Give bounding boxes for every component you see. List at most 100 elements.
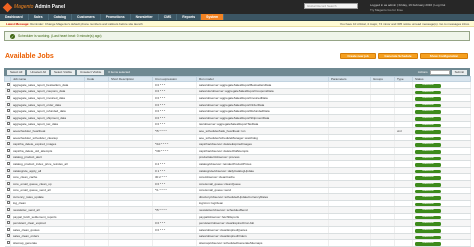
status-badge: ENABLED [415,215,441,220]
cell-run-model: sales/observer::aggregateSalesReportBest… [196,81,329,89]
row-checkbox[interactable] [6,82,10,86]
row-checkbox[interactable] [6,135,10,139]
nav-item-system[interactable]: System [201,14,225,20]
row-checkbox[interactable] [6,89,10,93]
row-checkbox[interactable] [6,175,10,179]
cell-parameters [328,200,371,208]
row-checkbox[interactable] [6,95,10,99]
row-checkbox[interactable] [6,188,10,192]
cell-type [394,193,413,201]
table-row[interactable]: aggregate_sales_report_shipment_data 0 0 … [4,114,471,122]
cell-cron-expression: 0 0 * * * [152,180,197,188]
row-checkbox[interactable] [6,234,10,238]
table-row[interactable]: captcha_delete_old_attempts */30 * * * * c… [4,147,471,155]
cell-type [394,219,413,228]
cell-run-model: productalert/observer::process [196,154,329,162]
table-row[interactable]: currency_rates_update directory/observer:… [4,193,471,201]
table-row[interactable]: core_clean_cache 30 2 * * * core/observer:… [4,173,471,181]
actions-select[interactable] [429,69,450,75]
cell-run-model: captcha/observer::deleteExpiredImages [196,140,329,148]
cell-short-description [108,94,153,102]
row-checkbox[interactable] [6,128,10,132]
cell-job-name: aggregate_sales_report_invoiced_data [10,94,85,102]
table-row[interactable]: captcha_delete_expired_images */10 * * * … [4,140,471,148]
nav-item-catalog[interactable]: Catalog [49,14,73,20]
cell-short-description [108,226,153,234]
cell-parameters [328,226,371,234]
row-checkbox[interactable] [6,201,10,205]
cell-groups [370,121,395,129]
global-search-input[interactable]: Global Record Search [304,3,358,9]
select-all-link[interactable]: Select All [7,69,26,75]
row-checkbox[interactable] [6,115,10,119]
select-visible-link[interactable]: Select Visible [51,69,75,75]
status-cell: ENABLED [412,173,471,181]
table-row[interactable]: sales_clean_orders sales/observer::cleanE… [4,233,471,241]
cell-short-description [108,160,153,168]
nav-item-promotions[interactable]: Promotions [101,14,131,20]
table-row[interactable]: core_email_queue_send_all */1 * * * * core… [4,187,471,195]
notice-counts[interactable]: You have 10 critical, 4 major, 74 minor … [340,21,470,27]
row-checkbox[interactable] [6,241,10,245]
row-checkbox[interactable] [6,102,10,106]
unselect-all-link[interactable]: Unselect All [27,69,50,75]
nav-item-customers[interactable]: Customers [72,14,101,20]
row-checkbox[interactable] [6,194,10,198]
table-row[interactable]: paypal_fetch_settlement_reports paypal/ob… [4,213,471,221]
row-checkbox[interactable] [6,227,10,231]
unselect-visible-link[interactable]: Unselect Visible [77,69,105,75]
row-checkbox[interactable] [6,155,10,159]
cell-groups [370,160,395,168]
nav-item-dashboard[interactable]: Dashboard [0,14,29,20]
cell-run-model: aoe_scheduler/scheduleManager::watchdog [196,134,329,142]
cell-short-description [108,167,153,175]
cell-job-name: currency_rates_update [10,193,85,201]
status-badge: ENABLED [415,84,441,88]
table-row[interactable]: aggregate_sales_report_order_data 0 0 * *… [4,101,471,109]
row-checkbox[interactable] [6,142,10,146]
notice-text[interactable]: Reminder: Change Magento's default phone… [30,22,143,26]
cell-job-name: aggregate_sales_report_bestsellers_data [10,81,85,89]
table-row[interactable]: aoescheduler_heartbeat */5 * * * * aoe_sch… [4,127,471,135]
submit-button[interactable]: Submit [451,69,467,75]
row-checkbox[interactable] [6,161,10,165]
row-checkbox[interactable] [6,214,10,218]
cell-run-model: sales/observer::aggregateSalesReportInvo… [196,94,329,102]
row-checkbox[interactable] [6,221,10,225]
row-checkbox[interactable] [6,168,10,172]
row-checkbox[interactable] [6,208,10,212]
status-cell: ENABLED [412,233,471,241]
table-row[interactable]: aggregate_sales_report_refunded_data 0 0 … [4,107,471,115]
table-row[interactable]: core_email_queue_clean_up 0 0 * * * core/e… [4,180,471,188]
magento-logo[interactable]: Magento Admin Panel [2,2,65,12]
nav-item-reports[interactable]: Reports [177,14,202,20]
table-row[interactable]: aggregate_sales_report_tax_data 0 0 * * *… [4,121,471,129]
selected-count: 0 items selected [108,70,130,74]
table-row[interactable]: persistent_clear_expired 0 0 * * * persist… [4,219,471,228]
cell-parameters [328,81,371,89]
table-row[interactable]: sitemap_generate sitemap/observer::schedu… [4,239,471,247]
cell-short-description [108,81,153,89]
table-row[interactable]: sales_clean_quotes 0 0 * * * sales/observe… [4,226,471,234]
row-checkbox[interactable] [6,148,10,152]
row-checkbox[interactable] [6,109,10,113]
row-checkbox[interactable] [6,122,10,126]
cell-code [84,226,109,234]
table-row[interactable]: newsletter_send_all */5 * * * * newsletter… [4,206,471,214]
table-row[interactable]: log_clean log/cron::logClean ENABLED [4,200,471,208]
promo-link[interactable]: Try Magento Go for Free [370,8,403,12]
table-row[interactable]: aggregate_sales_report_coupons_data 0 0 *… [4,88,471,96]
show-configuration-button[interactable]: Show Configuration [420,53,468,59]
table-row[interactable]: aggregate_sales_report_bestsellers_data 0… [4,81,471,89]
create-new-job-button[interactable]: Create new job [340,53,376,59]
row-checkbox[interactable] [6,181,10,185]
nav-item-sales[interactable]: Sales [29,14,49,20]
table-row[interactable]: aggregate_sales_report_invoiced_data 0 0 … [4,94,471,102]
nav-item-newsletter[interactable]: Newsletter [131,14,159,20]
table-row[interactable]: catalog_product_index_price_reindex_all 0… [4,160,471,168]
generate-schedule-button[interactable]: Generate Schedule [378,53,418,59]
table-row[interactable]: catalog_product_alert productalert/observ… [4,154,471,162]
nav-item-cms[interactable]: CMS [159,14,178,20]
table-row[interactable]: catalogrule_apply_all 0 1 * * * catalogrul… [4,167,471,175]
table-row[interactable]: aoescheduler_scheduler_cleanup aoe_schedu… [4,134,471,142]
